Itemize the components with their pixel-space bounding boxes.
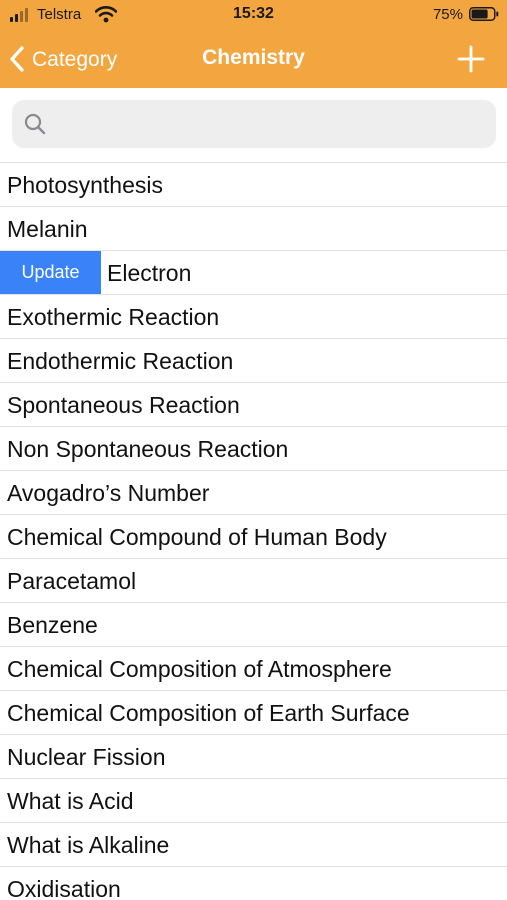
list-item-label: Electron: [107, 260, 192, 286]
app-screen: Telstra 15:32 75% Category Chemistry Pho…: [0, 0, 507, 900]
status-time: 15:32: [233, 5, 274, 22]
list-item-label: What is Alkaline: [7, 832, 170, 858]
list-item-label: Oxidisation: [7, 876, 121, 900]
list-item-label: Benzene: [7, 612, 98, 638]
list-item-label: Chemical Composition of Atmosphere: [7, 656, 392, 682]
list-item-label: Non Spontaneous Reaction: [7, 436, 289, 462]
list-item[interactable]: Non Spontaneous Reaction: [0, 427, 507, 471]
list-item-label: Spontaneous Reaction: [7, 392, 240, 418]
battery-icon: [469, 7, 499, 21]
battery-percent: 75%: [432, 6, 463, 23]
chemistry-topic-list: Photosynthesis Melanin Update Electron Exoth…: [0, 162, 507, 900]
back-button[interactable]: Category: [8, 42, 117, 76]
status-bar: Telstra 15:32 75%: [0, 0, 507, 30]
list-item-label: Chemical Compound of Human Body: [7, 524, 387, 550]
list-item[interactable]: What is Alkaline: [0, 823, 507, 867]
list-item-label: What is Acid: [7, 788, 134, 814]
search-bar[interactable]: [12, 100, 496, 148]
list-item[interactable]: Photosynthesis: [0, 163, 507, 207]
header: Telstra 15:32 75% Category Chemistry: [0, 0, 507, 88]
list-item[interactable]: Update Electron: [0, 251, 507, 295]
update-button[interactable]: Update: [0, 251, 101, 294]
list-item[interactable]: Oxidisation: [0, 867, 507, 900]
search-icon: [24, 113, 46, 135]
search-input[interactable]: [56, 108, 490, 142]
list-item-label: Photosynthesis: [7, 172, 163, 198]
list-item-label: Avogadro’s Number: [7, 480, 210, 506]
list-item[interactable]: Melanin: [0, 207, 507, 251]
list-item-label: Endothermic Reaction: [7, 348, 234, 374]
list-item[interactable]: Spontaneous Reaction: [0, 383, 507, 427]
back-button-label: Category: [32, 47, 118, 71]
list-item[interactable]: Paracetamol: [0, 559, 507, 603]
navigation-bar: Category Chemistry: [0, 30, 507, 88]
list-item[interactable]: Chemical Composition of Atmosphere: [0, 647, 507, 691]
list-item[interactable]: Avogadro’s Number: [0, 471, 507, 515]
list-item-label: Melanin: [7, 216, 88, 242]
list-item-label: Nuclear Fission: [7, 744, 166, 770]
list-item[interactable]: Chemical Compound of Human Body: [0, 515, 507, 559]
list-item[interactable]: What is Acid: [0, 779, 507, 823]
list-item[interactable]: Chemical Composition of Earth Surface: [0, 691, 507, 735]
plus-icon[interactable]: [457, 45, 485, 73]
list-item[interactable]: Benzene: [0, 603, 507, 647]
list-item-label: Paracetamol: [7, 568, 137, 594]
list-item[interactable]: Nuclear Fission: [0, 735, 507, 779]
chevron-left-icon: [10, 46, 24, 72]
list-item-label: Exothermic Reaction: [7, 304, 220, 330]
list-item[interactable]: Endothermic Reaction: [0, 339, 507, 383]
list-item[interactable]: Exothermic Reaction: [0, 295, 507, 339]
list-item-label: Chemical Composition of Earth Surface: [7, 700, 410, 726]
